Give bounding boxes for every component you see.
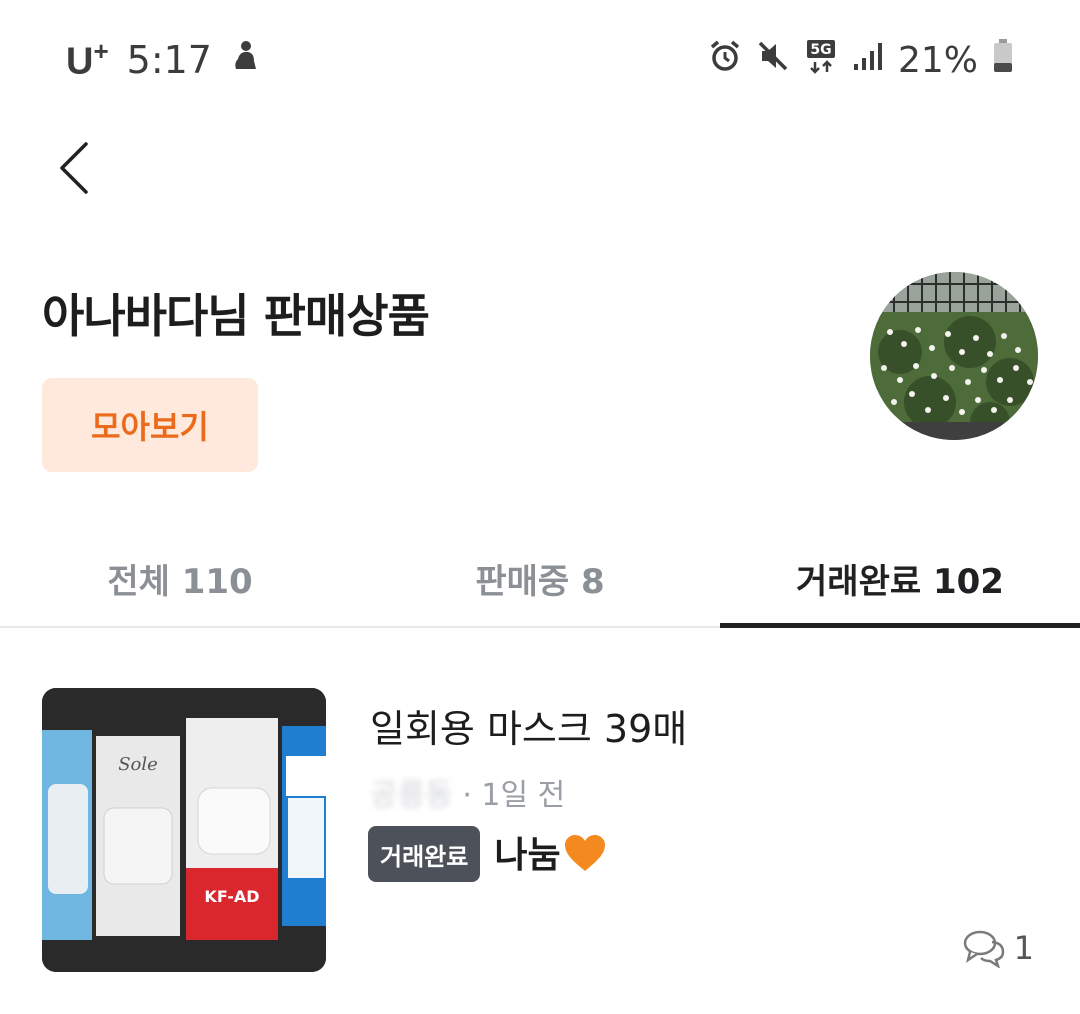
- signal-icon: [852, 40, 884, 81]
- mute-icon: [756, 39, 790, 82]
- person-icon: [230, 38, 260, 82]
- clock: 5:17: [126, 37, 212, 82]
- status-badge: 거래완료: [368, 826, 481, 882]
- location-label: 공릉동: [370, 778, 453, 813]
- tab-on-sale[interactable]: 판매중 8: [360, 530, 720, 626]
- product-thumbnail: Sole KF-AD: [42, 688, 326, 972]
- chevron-left-icon: [60, 142, 88, 194]
- battery-percent: 21%: [897, 40, 978, 81]
- alarm-icon: [708, 39, 742, 82]
- product-price: 나눔: [494, 826, 606, 882]
- price-row: 거래완료 나눔: [368, 826, 607, 882]
- gather-view-button[interactable]: 모아보기: [42, 378, 258, 472]
- tab-all[interactable]: 전체 110: [0, 530, 360, 626]
- chat-count-value: 1: [1013, 929, 1034, 967]
- chat-count: 1: [962, 928, 1034, 968]
- status-bar: U+ 5:17 5G 21%: [0, 0, 1080, 118]
- battery-icon: [992, 38, 1014, 83]
- mask-packages-image: Sole KF-AD: [42, 688, 326, 972]
- posted-time: · 1일 전: [462, 778, 566, 813]
- flower-bush-image: [870, 272, 1038, 440]
- 5g-icon: 5G: [804, 38, 838, 83]
- back-button[interactable]: [52, 138, 112, 198]
- list-item[interactable]: Sole KF-AD 일회용 마스크 39매 공릉동 · 1일 전 거래완료 나…: [0, 660, 1080, 1000]
- svg-text:Sole: Sole: [118, 754, 158, 775]
- tab-sold[interactable]: 거래완료 102: [720, 530, 1080, 628]
- avatar[interactable]: [870, 272, 1038, 440]
- chat-bubble-icon: [963, 930, 1004, 968]
- product-title: 일회용 마스크 39매: [370, 707, 688, 751]
- carrier-label: U+: [66, 36, 109, 83]
- tab-bar: 전체 110 판매중 8 거래완료 102: [0, 530, 1080, 628]
- orange-heart-icon: [563, 833, 607, 882]
- svg-text:KF-AD: KF-AD: [204, 887, 259, 906]
- svg-text:5G: 5G: [810, 42, 831, 58]
- page-title: 아나바다님 판매상품: [42, 289, 430, 343]
- product-meta: 공릉동 · 1일 전: [370, 770, 565, 814]
